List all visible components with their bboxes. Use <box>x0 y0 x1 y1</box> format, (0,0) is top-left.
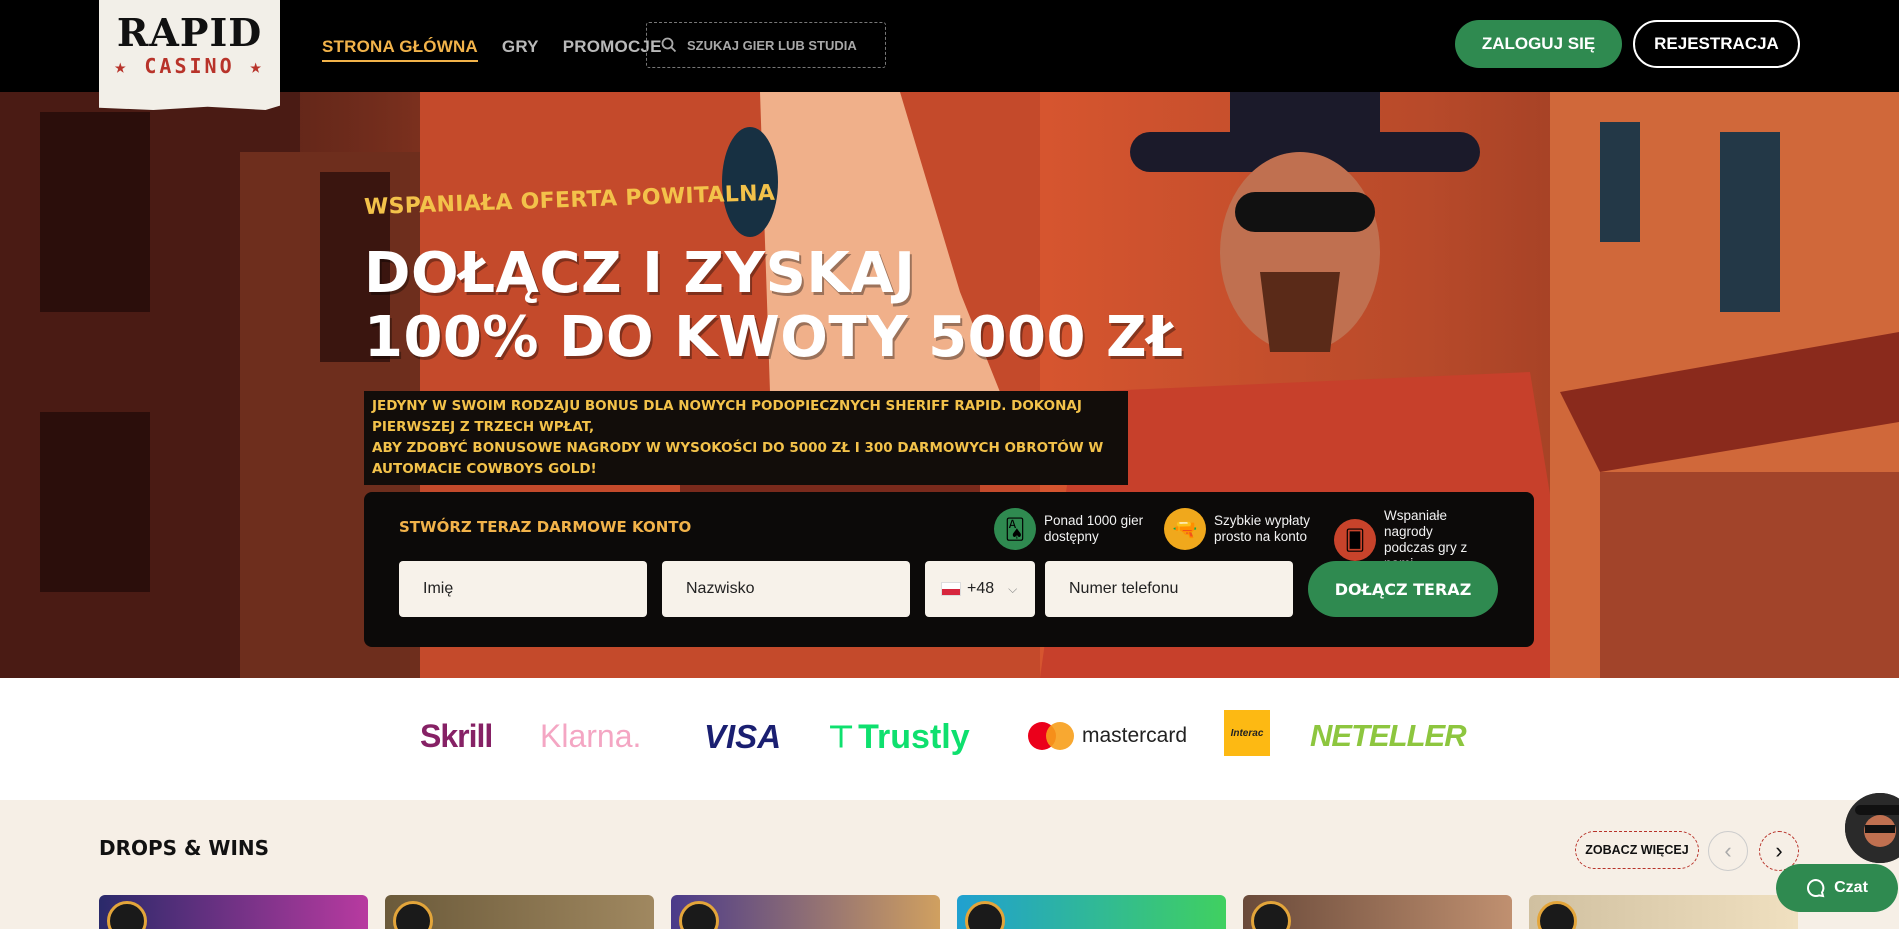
hero-desc-line1: JEDYNY W SWOIM RODZAJU BONUS DLA NOWYCH … <box>372 398 1082 435</box>
nav-games[interactable]: GRY <box>502 37 539 62</box>
reward-icon: 🂠 <box>1334 519 1376 561</box>
interac-logo: Interac <box>1224 710 1270 756</box>
pragmatic-crown-icon <box>1251 901 1291 929</box>
game-card[interactable] <box>1243 895 1512 929</box>
skrill-logo: Skrill <box>420 718 493 754</box>
phone-field[interactable] <box>1045 561 1293 617</box>
country-code-select[interactable]: +48 ⌵ <box>925 561 1035 617</box>
mastercard-logo: mastercard <box>1028 722 1187 750</box>
search-box[interactable] <box>646 22 886 68</box>
game-card[interactable] <box>1529 895 1798 929</box>
signup-form: STWÓRZ TERAZ DARMOWE KONTO 🂡 Ponad 1000 … <box>364 492 1534 647</box>
game-card[interactable] <box>671 895 940 929</box>
join-now-button[interactable]: DOŁĄCZ TERAZ <box>1308 561 1498 617</box>
drops-and-wins-section: DROPS & WINS ZOBACZ WIĘCEJ ‹ › <box>0 800 1899 929</box>
hero-description: JEDYNY W SWOIM RODZAJU BONUS DLA NOWYCH … <box>364 391 1128 485</box>
site-header: RAPID ★ CASINO ★ STRONA GŁÓWNA GRY PROMO… <box>0 0 1899 110</box>
search-icon <box>661 37 677 53</box>
feature-payouts: 🔫 Szybkie wypłaty prosto na konto <box>1164 508 1324 550</box>
mastercard-text: mastercard <box>1082 724 1188 747</box>
hero-banner: WSPANIAŁA OFERTA POWITALNA DOŁĄCZ I ZYSK… <box>0 92 1899 678</box>
pragmatic-crown-icon <box>107 901 147 929</box>
payment-methods: Skrill Klarna. VISA ⊤ Trustly mastercard… <box>0 678 1899 800</box>
chat-bubble-icon <box>1807 878 1825 898</box>
rapid-casino-logo[interactable]: RAPID ★ CASINO ★ <box>99 0 280 110</box>
logo-line2: ★ CASINO ★ <box>114 54 265 78</box>
pragmatic-crown-icon <box>679 901 719 929</box>
phone-input[interactable] <box>1045 580 1293 598</box>
chevron-down-icon: ⌵ <box>1008 581 1018 596</box>
feature-payouts-text: Szybkie wypłaty prosto na konto <box>1214 513 1311 544</box>
nav-home[interactable]: STRONA GŁÓWNA <box>322 37 478 62</box>
game-card[interactable] <box>385 895 654 929</box>
see-more-button[interactable]: ZOBACZ WIĘCEJ <box>1575 831 1699 869</box>
login-button[interactable]: ZALOGUJ SIĘ <box>1455 20 1622 68</box>
mastercard-circles-icon <box>1028 722 1074 750</box>
first-name-field[interactable] <box>399 561 647 617</box>
prev-arrow-button[interactable]: ‹ <box>1708 831 1748 871</box>
chat-label: Czat <box>1834 879 1868 896</box>
poland-flag-icon <box>941 582 961 596</box>
hero-title-line2: 100% DO KWOTY 5000 ZŁ <box>364 305 1184 370</box>
trustly-logo: ⊤ Trustly <box>828 718 970 757</box>
neteller-logo: NETELLER <box>1310 718 1467 753</box>
visa-logo: VISA <box>704 718 782 755</box>
last-name-input[interactable] <box>662 580 910 598</box>
hero-desc-line2: ABY ZDOBYĆ BONUSOWE NAGRODY W WYSOKOŚCI … <box>372 440 1104 477</box>
pragmatic-crown-icon <box>1537 901 1577 929</box>
feature-games: 🂡 Ponad 1000 gier dostępny <box>994 508 1154 550</box>
register-button[interactable]: REJESTRACJA <box>1633 20 1800 68</box>
hero-title: DOŁĄCZ I ZYSKAJ 100% DO KWOTY 5000 ZŁ <box>364 242 1184 370</box>
game-card[interactable] <box>957 895 1226 929</box>
trustly-mark-icon: ⊤ <box>828 721 855 754</box>
game-card[interactable] <box>99 895 368 929</box>
signup-title: STWÓRZ TERAZ DARMOWE KONTO <box>399 518 692 536</box>
search-input[interactable] <box>687 37 867 53</box>
pragmatic-crown-icon <box>965 901 1005 929</box>
klarna-logo: Klarna. <box>540 718 642 754</box>
country-code-value: +48 <box>967 580 995 597</box>
cards-icon: 🂡 <box>994 508 1036 550</box>
pragmatic-crown-icon <box>393 901 433 929</box>
section-title: DROPS & WINS <box>99 836 270 860</box>
hero-title-line1: DOŁĄCZ I ZYSKAJ <box>364 241 916 306</box>
trustly-text: Trustly <box>858 718 970 756</box>
revolver-icon: 🔫 <box>1164 508 1206 550</box>
logo-line1: RAPID <box>116 10 263 55</box>
feature-games-text: Ponad 1000 gier dostępny <box>1044 513 1144 544</box>
main-nav: STRONA GŁÓWNA GRY PROMOCJE <box>322 37 662 62</box>
first-name-input[interactable] <box>399 580 647 598</box>
last-name-field[interactable] <box>662 561 910 617</box>
chat-button[interactable]: Czat <box>1776 864 1898 912</box>
